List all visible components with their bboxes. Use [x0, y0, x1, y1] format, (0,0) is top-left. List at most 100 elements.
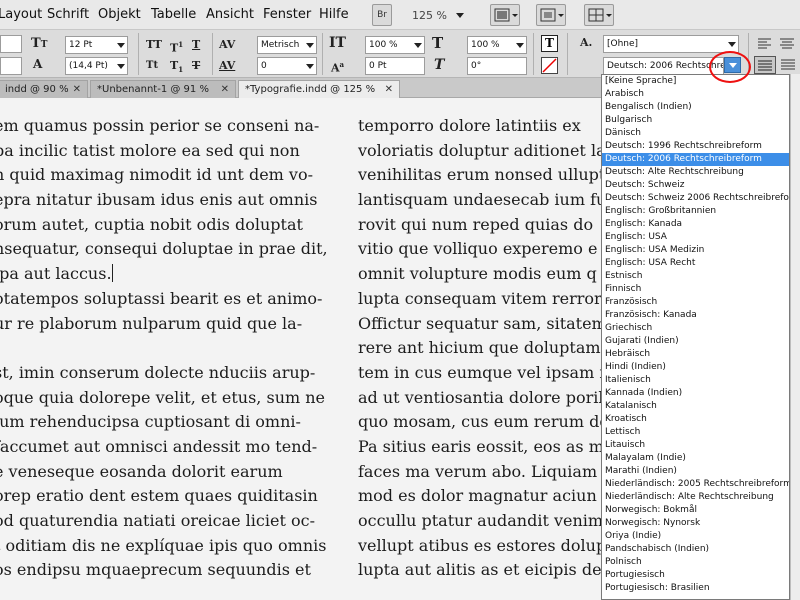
menu-objekt[interactable]: Objekt: [98, 7, 141, 22]
language-option[interactable]: Deutsch: 1996 Rechtschreibreform: [602, 140, 789, 153]
menu-hilfe[interactable]: Hilfe: [319, 7, 349, 22]
underline-icon[interactable]: T: [192, 38, 200, 52]
language-option[interactable]: Gujarati (Indien): [602, 335, 789, 348]
language-option[interactable]: Portugiesisch: Brasilien: [602, 582, 789, 595]
language-option[interactable]: Englisch: USA Recht: [602, 257, 789, 270]
language-option[interactable]: Pandschabisch (Indien): [602, 543, 789, 556]
divider: [138, 33, 139, 75]
menu-layout[interactable]: Layout: [0, 7, 42, 22]
arrange-documents-button[interactable]: [584, 4, 614, 26]
small-caps-icon[interactable]: Tt: [146, 59, 158, 73]
justify-all-icon[interactable]: [778, 56, 798, 74]
menu-ansicht[interactable]: Ansicht: [206, 7, 254, 22]
align-center-icon[interactable]: [777, 35, 797, 51]
strikethrough-icon[interactable]: T: [192, 59, 200, 73]
stroke-none-icon[interactable]: [541, 57, 558, 74]
tracking-field[interactable]: 0: [257, 57, 317, 75]
kerning-field[interactable]: Metrisch: [257, 36, 317, 54]
language-option[interactable]: Bulgarisch: [602, 114, 789, 127]
menu-schrift[interactable]: Schrift: [47, 7, 89, 22]
language-option[interactable]: Hindi (Indien): [602, 361, 789, 374]
language-option[interactable]: Kroatisch: [602, 413, 789, 426]
text-line: orum autet, cuptia nobit odis doluptat: [0, 213, 328, 238]
language-option[interactable]: Englisch: USA Medizin: [602, 244, 789, 257]
language-option[interactable]: Englisch: Kanada: [602, 218, 789, 231]
text-fill-icon[interactable]: T: [541, 35, 558, 52]
language-option[interactable]: Italienisch: [602, 374, 789, 387]
menu-tabelle[interactable]: Tabelle: [151, 7, 196, 22]
text-line: os endipsu mquaeprecum sequundis et: [0, 558, 328, 583]
language-option[interactable]: Norwegisch: Bokmål: [602, 504, 789, 517]
subscript-icon[interactable]: T1: [170, 59, 183, 77]
language-option[interactable]: Arabisch: [602, 88, 789, 101]
language-option[interactable]: Kannada (Indien): [602, 387, 789, 400]
close-icon[interactable]: ✕: [221, 81, 229, 98]
font-size-icon: TT: [31, 36, 48, 51]
font-style-field[interactable]: [0, 35, 22, 53]
no-color-icon: [542, 58, 557, 73]
language-option[interactable]: Deutsch: 2006 Rechtschreibreform: [602, 153, 789, 166]
language-option[interactable]: Niederländisch: Alte Rechtschreibung: [602, 491, 789, 504]
language-field[interactable]: Deutsch: 2006 Rechtschreibreform: [603, 57, 724, 75]
tab-typografie[interactable]: *Typografie.indd @ 125 % ✕: [238, 80, 400, 98]
vertical-scale-field[interactable]: 100 %: [365, 36, 425, 54]
language-option[interactable]: [Keine Sprache]: [602, 75, 789, 88]
language-option[interactable]: Finnisch: [602, 283, 789, 296]
language-option[interactable]: Deutsch: Schweiz 2006 Rechtschreibreform: [602, 192, 789, 205]
language-option[interactable]: Dänisch: [602, 127, 789, 140]
language-option[interactable]: Litauisch: [602, 439, 789, 452]
language-option[interactable]: Französisch: Kanada: [602, 309, 789, 322]
baseline-shift-field[interactable]: 0 Pt: [365, 57, 425, 75]
menu-bar: Layout Schrift Objekt Tabelle Ansicht Fe…: [0, 0, 800, 30]
character-style-field[interactable]: [Ohne]: [603, 35, 739, 53]
screen-mode-button[interactable]: [490, 4, 520, 26]
language-option[interactable]: Deutsch: Schweiz: [602, 179, 789, 192]
close-icon[interactable]: ✕: [73, 81, 81, 98]
text-line-content: lupta aut alitis as et eicipis de: [358, 560, 602, 580]
language-dropdown-list[interactable]: [Keine Sprache] Arabisch Bengalisch (Indie…: [601, 74, 790, 600]
text-line: Offictur sequatur sam, sitatem: [358, 312, 611, 337]
language-option[interactable]: Estnisch: [602, 270, 789, 283]
superscript-icon[interactable]: T1: [170, 38, 183, 56]
text-line-content: orep eratio dent estem quaes quiditasin: [0, 486, 318, 506]
menu-fenster[interactable]: Fenster: [263, 7, 311, 22]
horizontal-scale-field[interactable]: 100 %: [467, 36, 527, 54]
justify-button[interactable]: [754, 56, 776, 74]
skew-field[interactable]: 0°: [467, 57, 527, 75]
text-line: e veneseque eosanda dolorit earum: [0, 460, 328, 485]
language-option[interactable]: Niederländisch: 2005 Rechtschreibreform: [602, 478, 789, 491]
text-frame-left[interactable]: em quamus possin perior se conseni na-pa…: [0, 114, 328, 583]
zoom-dropdown[interactable]: 125 %: [412, 9, 464, 22]
bridge-button[interactable]: Br: [372, 4, 392, 26]
align-left-icon[interactable]: [755, 35, 775, 51]
language-option[interactable]: Hebräisch: [602, 348, 789, 361]
language-option[interactable]: Norwegisch: Nynorsk: [602, 517, 789, 530]
tab-doc-1[interactable]: indd @ 90 % ✕: [0, 80, 88, 98]
language-option[interactable]: Englisch: USA: [602, 231, 789, 244]
language-option[interactable]: Französisch: [602, 296, 789, 309]
view-options-button[interactable]: [536, 4, 566, 26]
tab-unbenannt[interactable]: *Unbenannt-1 @ 91 % ✕: [90, 80, 236, 98]
language-option[interactable]: Portugiesisch: [602, 569, 789, 582]
font-style-field-2[interactable]: [0, 57, 22, 75]
language-option[interactable]: Oriya (Indie): [602, 530, 789, 543]
language-option[interactable]: Lettisch: [602, 426, 789, 439]
leading-field[interactable]: (14,4 Pt): [65, 57, 128, 75]
chevron-down-icon: [117, 64, 125, 69]
language-option[interactable]: Bengalisch (Indien): [602, 101, 789, 114]
text-line: lupta consequam vitem rerrore: [358, 287, 611, 312]
scrollbar[interactable]: [790, 74, 800, 600]
close-icon[interactable]: ✕: [385, 81, 393, 98]
language-option[interactable]: Polnisch: [602, 556, 789, 569]
language-option[interactable]: Griechisch: [602, 322, 789, 335]
language-option[interactable]: Englisch: Großbritannien: [602, 205, 789, 218]
language-option[interactable]: Deutsch: Alte Rechtschreibung: [602, 166, 789, 179]
chevron-down-icon: [306, 43, 314, 48]
language-option[interactable]: Marathi (Indien): [602, 465, 789, 478]
language-option[interactable]: Malayalam (Indie): [602, 452, 789, 465]
text-line-content: Pa sitius earis eossit, eos as m: [358, 436, 604, 456]
font-size-field[interactable]: 12 Pt: [65, 36, 128, 54]
language-option[interactable]: Katalanisch: [602, 400, 789, 413]
all-caps-icon[interactable]: TT: [146, 38, 162, 52]
text-frame-right[interactable]: temporro dolore latintiis ex voloriatis d…: [358, 114, 611, 583]
